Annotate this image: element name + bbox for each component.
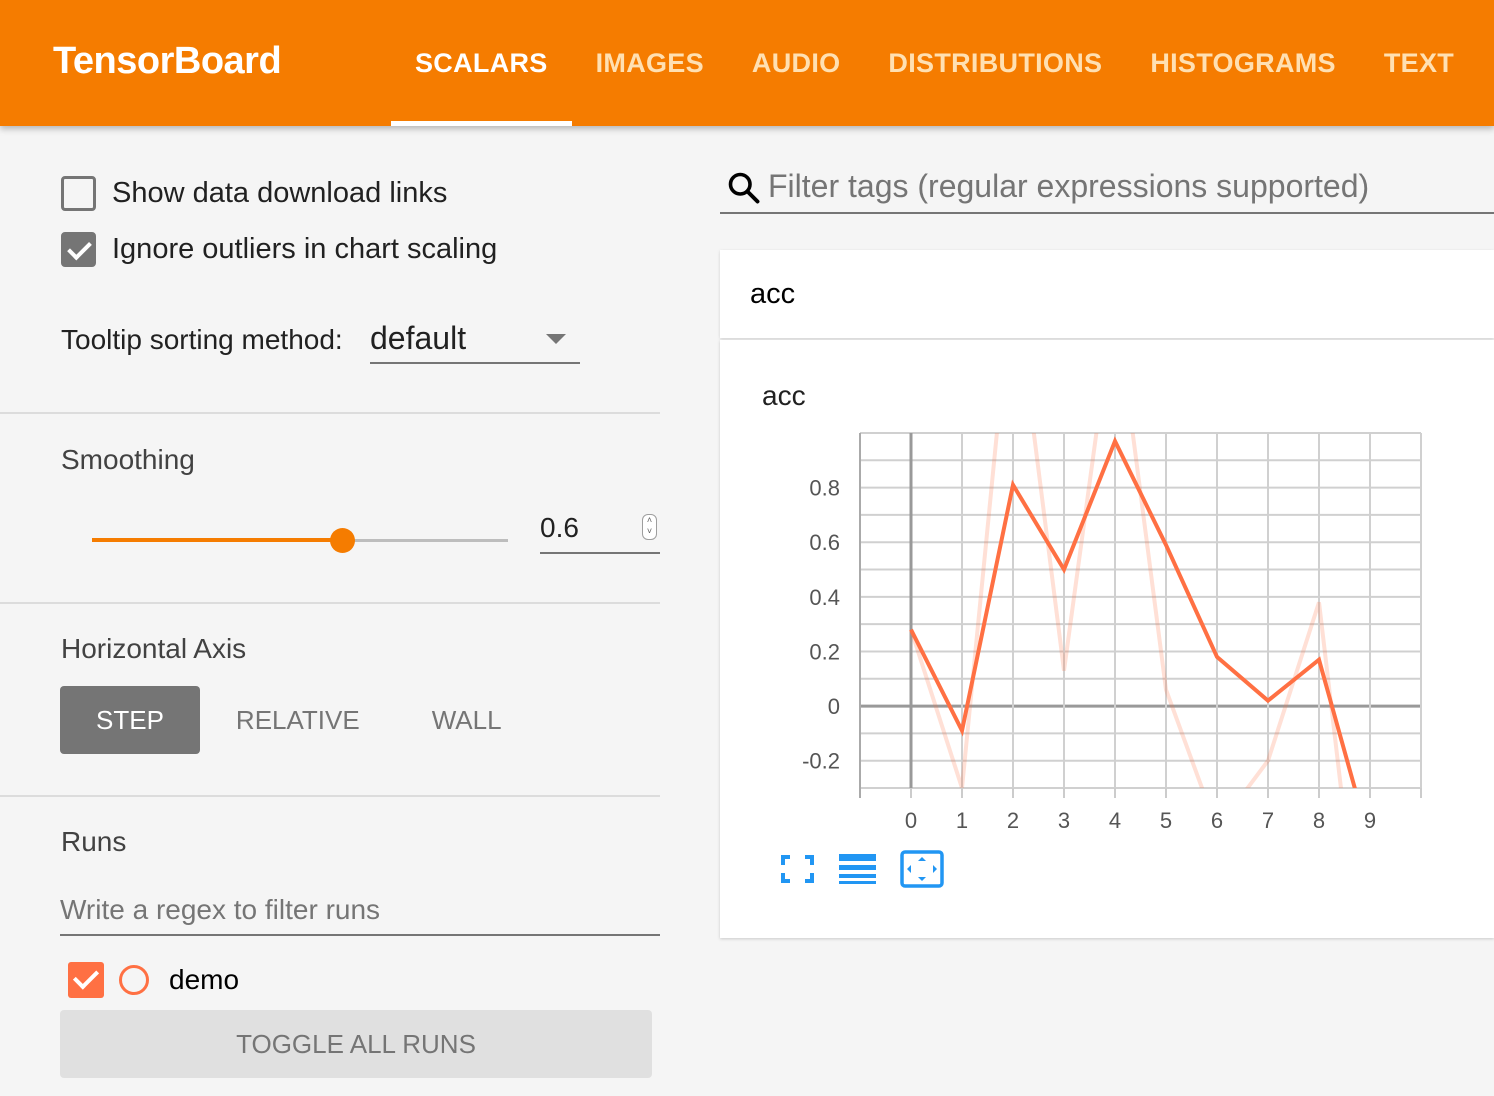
y-tick-label: 0.6 [809, 530, 840, 555]
tooltip-sorting-value: default [370, 320, 467, 356]
tab-text[interactable]: TEXT [1360, 0, 1478, 126]
axis-step-button[interactable]: STEP [60, 686, 200, 754]
x-tick-label: 9 [1364, 808, 1376, 833]
ignore-outliers-checkbox[interactable] [61, 232, 96, 267]
top-app-bar: TensorBoard SCALARS IMAGES AUDIO DISTRIB… [0, 0, 1494, 126]
app-title: TensorBoard [53, 40, 282, 82]
scalar-chart-card: acc -0.2 0 0.2 0.4 0.6 0.8 0 1 2 3 4 5 6 7 8 9 [720, 340, 1494, 938]
y-tick-label: 0.8 [809, 476, 840, 501]
show-download-links-option[interactable]: Show data download links [61, 176, 447, 211]
show-download-links-checkbox[interactable] [61, 176, 96, 211]
horizontal-axis-title: Horizontal Axis [61, 633, 247, 664]
x-tick-label: 3 [1058, 808, 1070, 833]
tab-scalars[interactable]: SCALARS [391, 0, 572, 126]
y-tick-label: 0.4 [809, 585, 840, 610]
tab-histograms[interactable]: HISTOGRAMS [1126, 0, 1360, 126]
tab-audio[interactable]: AUDIO [728, 0, 865, 126]
tag-filter-placeholder: Filter tags (regular expressions support… [768, 168, 1370, 204]
series-group [909, 433, 1357, 788]
runs-filter-placeholder: Write a regex to filter runs [60, 894, 381, 925]
run-radio-button[interactable] [119, 965, 149, 995]
fit-domain-icon[interactable] [899, 846, 945, 892]
tag-group-header[interactable]: acc [720, 250, 1494, 338]
sidebar: Show data download links Ignore outliers… [0, 126, 660, 1096]
x-tick-label: 2 [1007, 808, 1019, 833]
tag-filter-input[interactable]: Filter tags (regular expressions support… [720, 160, 1494, 214]
horizontal-axis-selector: STEP RELATIVE WALL [60, 686, 538, 754]
axis-relative-button[interactable]: RELATIVE [200, 686, 396, 754]
tooltip-sorting-select[interactable]: default [370, 316, 580, 364]
run-checkbox[interactable] [68, 962, 104, 998]
tag-group-title: acc [750, 278, 796, 310]
smoothing-value-input[interactable]: 0.6 ˄ ˅ [540, 506, 660, 554]
x-tick-label: 0 [905, 808, 917, 833]
dropdown-caret-icon [546, 334, 566, 344]
dashboard-tabs: SCALARS IMAGES AUDIO DISTRIBUTIONS HISTO… [391, 0, 1478, 126]
x-tick-label: 1 [956, 808, 968, 833]
search-icon [728, 172, 760, 204]
x-tick-label: 7 [1262, 808, 1274, 833]
y-tick-label: 0.2 [809, 639, 840, 664]
slider-fill [92, 538, 342, 542]
run-name: demo [169, 964, 240, 995]
spinner-arrows-icon[interactable]: ˄ ˅ [642, 514, 657, 540]
x-tick-label: 5 [1160, 808, 1172, 833]
toggle-log-scale-icon[interactable] [835, 846, 881, 892]
x-tick-label: 6 [1211, 808, 1223, 833]
smoothing-title: Smoothing [61, 444, 195, 475]
display-options-section [0, 126, 660, 414]
runs-filter-input[interactable]: Write a regex to filter runs [60, 884, 660, 936]
y-tick-label: 0 [828, 694, 840, 719]
ignore-outliers-option[interactable]: Ignore outliers in chart scaling [61, 232, 497, 267]
run-item: demo [68, 962, 239, 998]
toggle-all-runs-button[interactable]: TOGGLE ALL RUNS [60, 1010, 652, 1078]
axis-wall-button[interactable]: WALL [396, 686, 538, 754]
x-tick-label: 8 [1313, 808, 1325, 833]
tooltip-sorting-label: Tooltip sorting method: [61, 324, 343, 355]
tab-distributions[interactable]: DISTRIBUTIONS [864, 0, 1126, 126]
y-tick-label: -0.2 [802, 749, 840, 774]
ignore-outliers-label: Ignore outliers in chart scaling [112, 233, 498, 265]
slider-thumb[interactable] [329, 528, 355, 553]
fullscreen-icon[interactable] [774, 846, 820, 892]
show-download-links-label: Show data download links [112, 177, 448, 209]
runs-title: Runs [61, 826, 127, 857]
tab-images[interactable]: IMAGES [572, 0, 728, 126]
smoothing-value: 0.6 [540, 512, 579, 543]
smoothing-slider[interactable] [92, 526, 508, 556]
x-tick-label: 4 [1109, 808, 1121, 833]
